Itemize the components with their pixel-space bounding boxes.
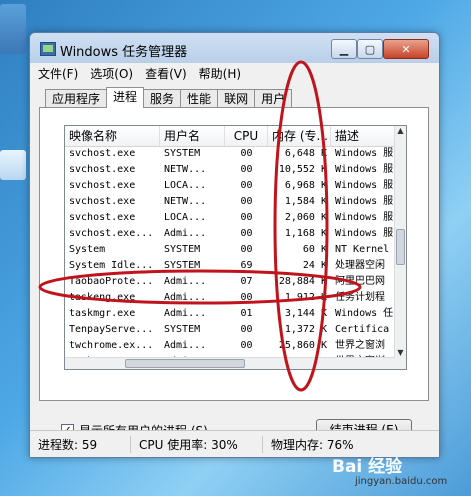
tab-processes[interactable]: 进程 (106, 87, 145, 108)
annotation-overlay (38, 60, 362, 392)
watermark-brand: Bai 经验 (332, 457, 403, 477)
watermark-url: jingyan.baidu.com (355, 476, 448, 487)
annotation-row-circle (38, 269, 362, 305)
annotation-column-circle (273, 60, 329, 392)
